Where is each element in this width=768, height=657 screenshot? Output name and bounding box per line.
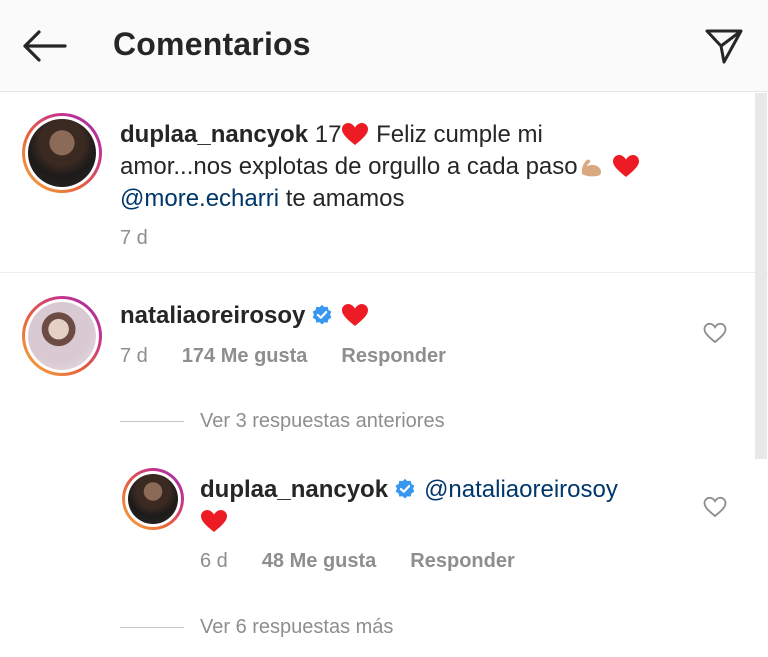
like-count[interactable]: 174 Me gusta [182, 345, 308, 368]
heart-emoji-icon [342, 123, 369, 145]
avatar[interactable] [122, 468, 184, 530]
caption-username[interactable]: duplaa_nancyok [120, 121, 308, 148]
verified-badge-icon [313, 304, 332, 325]
post-caption: duplaa_nancyok 17 Feliz cumple mi amor..… [0, 93, 768, 273]
like-button[interactable] [700, 492, 730, 522]
top-bar: Comentarios [0, 0, 768, 92]
verified-badge-icon [395, 478, 415, 499]
reply-button[interactable]: Responder [341, 345, 445, 368]
profile-photo [28, 302, 96, 370]
reply-meta: 6 d 48 Me gusta Responder [200, 550, 515, 573]
divider [120, 421, 184, 422]
reply-button[interactable]: Responder [410, 550, 514, 573]
caption-meta: 7 d [120, 227, 148, 250]
caption-text: duplaa_nancyok 17 Feliz cumple mi amor..… [120, 119, 720, 215]
mention-link[interactable]: @more.echarri [120, 185, 279, 212]
like-button[interactable] [700, 318, 730, 348]
paper-plane-icon [705, 29, 743, 64]
share-button[interactable] [700, 24, 748, 68]
reply-username[interactable]: duplaa_nancyok [200, 476, 388, 503]
flexed-biceps-emoji-icon [581, 159, 601, 177]
timestamp: 7 d [120, 345, 148, 367]
comment-meta: 7 d 174 Me gusta Responder [120, 345, 446, 368]
comment-username[interactable]: nataliaoreirosoy [120, 302, 305, 329]
scrollbar[interactable] [755, 93, 767, 459]
heart-emoji-icon [613, 155, 640, 177]
avatar[interactable] [22, 296, 102, 376]
avatar[interactable] [22, 113, 102, 193]
comment-text: nataliaoreirosoy [120, 300, 369, 332]
reply-text: duplaa_nancyok @nataliaoreirosoy [200, 474, 660, 538]
view-more-replies[interactable]: Ver 6 respuestas más [120, 616, 393, 639]
heart-emoji-icon [201, 510, 227, 532]
heart-emoji-icon [342, 304, 369, 326]
heart-outline-icon [703, 322, 727, 344]
view-previous-replies[interactable]: Ver 3 respuestas anteriores [120, 410, 445, 433]
page-title: Comentarios [113, 26, 311, 62]
timestamp: 7 d [120, 227, 148, 249]
like-count[interactable]: 48 Me gusta [262, 550, 376, 573]
heart-outline-icon [703, 496, 727, 518]
back-button[interactable] [16, 24, 72, 68]
back-arrow-icon [23, 30, 67, 62]
mention-link[interactable]: @nataliaoreirosoy [424, 476, 618, 503]
profile-photo [128, 474, 178, 524]
divider [120, 627, 184, 628]
timestamp: 6 d [200, 550, 228, 572]
profile-photo [28, 119, 96, 187]
